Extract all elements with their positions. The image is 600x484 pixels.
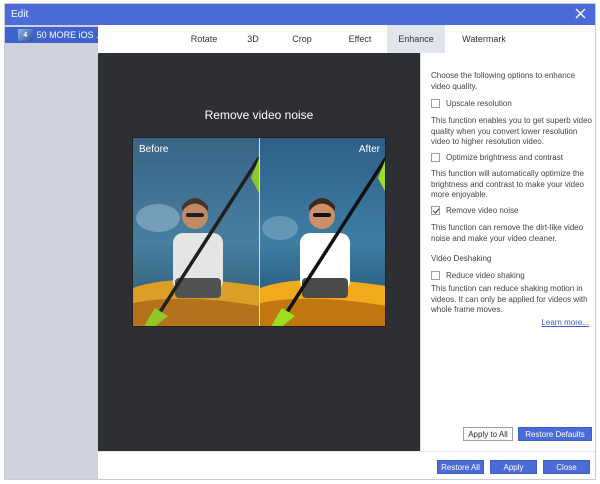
upscale-resolution-description: This function enables you to get superb … bbox=[431, 116, 592, 146]
learn-more-link[interactable]: Learn more... bbox=[541, 318, 589, 327]
reduce-shaking-option[interactable]: Reduce video shaking bbox=[431, 269, 525, 281]
close-button[interactable]: Close bbox=[543, 460, 590, 474]
upscale-resolution-checkbox[interactable] bbox=[431, 98, 440, 108]
restore-all-button[interactable]: Restore All bbox=[437, 460, 484, 474]
video-thumbnail: 4 bbox=[18, 29, 33, 41]
edit-tabs: Rotate 3D Crop Effect Enhance Watermark bbox=[98, 25, 595, 53]
window-title: Edit bbox=[11, 9, 29, 20]
dialog-footer: Restore All Apply Close bbox=[98, 451, 595, 479]
upscale-resolution-label: Upscale resolution bbox=[446, 98, 512, 108]
reduce-shaking-checkbox[interactable] bbox=[431, 270, 440, 280]
tab-3d[interactable]: 3D bbox=[235, 25, 271, 53]
before-after-comparison: Before After bbox=[132, 137, 386, 327]
apply-to-all-button[interactable]: Apply to All bbox=[463, 427, 513, 441]
optimize-brightness-option[interactable]: Optimize brightness and contrast bbox=[431, 151, 563, 163]
enhance-settings-panel: Choose the following options to enhance … bbox=[420, 53, 595, 451]
preview-title: Remove video noise bbox=[204, 108, 314, 122]
before-label: Before bbox=[139, 144, 169, 155]
tab-crop[interactable]: Crop bbox=[271, 25, 333, 53]
enhance-intro: Choose the following options to enhance … bbox=[431, 71, 576, 91]
reduce-shaking-label: Reduce video shaking bbox=[446, 270, 525, 280]
remove-noise-label: Remove video noise bbox=[446, 205, 519, 215]
edit-window: Edit 4 50 MORE iOS ... Rotate 3D Crop Ef… bbox=[4, 3, 596, 480]
optimize-brightness-checkbox[interactable] bbox=[431, 152, 440, 162]
file-list: 4 50 MORE iOS ... bbox=[5, 25, 98, 479]
apply-button[interactable]: Apply bbox=[490, 460, 537, 474]
before-preview: Before bbox=[133, 138, 259, 326]
file-name: 50 MORE iOS ... bbox=[36, 30, 98, 40]
upscale-resolution-option[interactable]: Upscale resolution bbox=[431, 97, 512, 109]
tab-rotate[interactable]: Rotate bbox=[173, 25, 235, 53]
reduce-shaking-description: This function can reduce shaking motion … bbox=[431, 284, 588, 314]
kayaker-image-before bbox=[133, 138, 259, 326]
optimize-brightness-description: This function will automatically optimiz… bbox=[431, 169, 584, 199]
title-bar: Edit bbox=[5, 4, 595, 25]
tab-watermark[interactable]: Watermark bbox=[445, 25, 523, 53]
tab-enhance[interactable]: Enhance bbox=[387, 25, 445, 53]
remove-noise-checkbox[interactable] bbox=[431, 205, 440, 215]
remove-noise-option[interactable]: Remove video noise bbox=[431, 204, 518, 216]
restore-defaults-button[interactable]: Restore Defaults bbox=[518, 427, 592, 441]
preview-pane: Remove video noise Before After bbox=[98, 53, 420, 451]
remove-noise-description: This function can remove the dirt-like v… bbox=[431, 223, 584, 243]
close-icon[interactable] bbox=[574, 7, 587, 20]
tab-effect[interactable]: Effect bbox=[333, 25, 387, 53]
file-list-item[interactable]: 4 50 MORE iOS ... bbox=[5, 27, 98, 43]
video-deshaking-heading: Video Deshaking bbox=[431, 254, 492, 263]
optimize-brightness-label: Optimize brightness and contrast bbox=[446, 152, 563, 162]
after-preview: After bbox=[260, 138, 385, 326]
kayaker-image-after bbox=[260, 138, 385, 326]
after-label: After bbox=[358, 144, 380, 155]
